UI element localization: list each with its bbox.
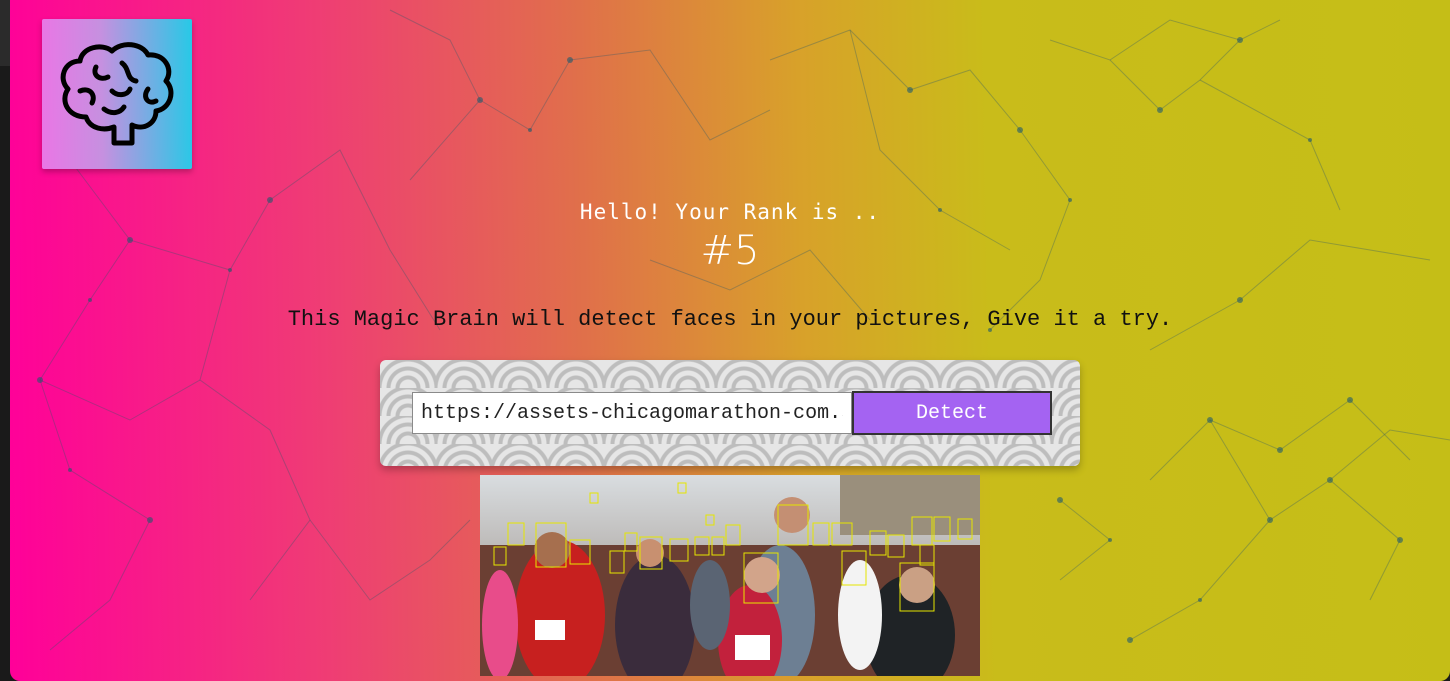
result-image bbox=[480, 475, 980, 676]
intro-text: This Magic Brain will detect faces in yo… bbox=[287, 307, 1173, 332]
image-url-form: Detect bbox=[380, 360, 1080, 466]
detect-button[interactable]: Detect bbox=[852, 391, 1052, 435]
rank-greeting: Hello! Your Rank is .. bbox=[579, 200, 881, 224]
app-background: Hello! Your Rank is .. #5 This Magic Bra… bbox=[10, 0, 1450, 681]
rank-value: #5 bbox=[700, 228, 760, 274]
image-url-input[interactable] bbox=[412, 392, 852, 434]
marathon-photo bbox=[480, 475, 980, 676]
logo[interactable] bbox=[42, 19, 192, 169]
brain-icon bbox=[60, 42, 174, 146]
